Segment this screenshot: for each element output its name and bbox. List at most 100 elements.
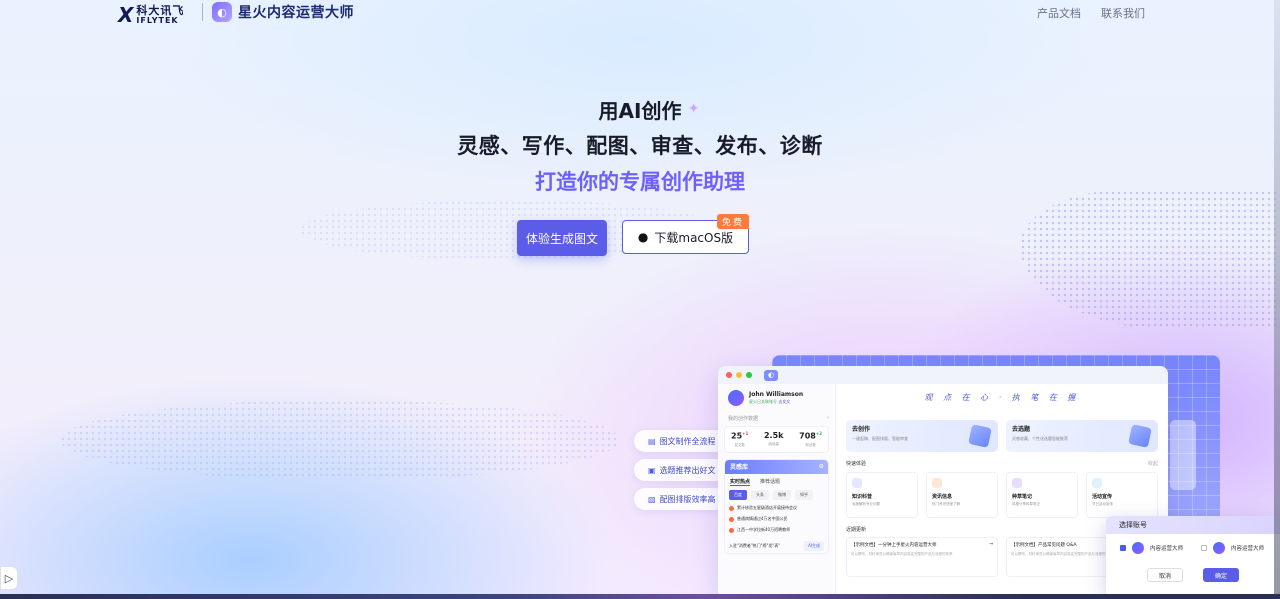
account-label-1: 内容运营大师: [1150, 546, 1184, 552]
account-avatar-icon: [1132, 542, 1144, 554]
mock-sidebar: John Williamson 星火已关联账号 去发文 我的创作数据 › 25+1…: [718, 384, 836, 599]
nav-product-docs[interactable]: 产品文档: [1037, 5, 1081, 21]
tab-hot: 实时热点: [730, 478, 751, 486]
gear-icon: ⚙: [818, 463, 824, 471]
list-item: 累计核验五星级酒店开展接待会议: [729, 503, 824, 514]
free-badge: 免费: [716, 214, 749, 229]
account-avatar-icon: [1213, 542, 1226, 554]
fire-icon: [729, 516, 734, 522]
quick-section-title: 快速体验 收起: [846, 461, 1158, 467]
cube-icon: [968, 424, 992, 448]
iflytek-logo-cn: 科大讯飞: [136, 4, 185, 17]
mock-user-tag: 星火已关联账号 去发文: [749, 399, 791, 404]
mock-user-name: John Williamson: [749, 391, 804, 398]
recent-card: 【示例文档】一分钟上手星火内容运营大师 → 可以撰写、材料审查以确保每章内容真实完整…: [846, 537, 998, 577]
iflytek-logo-mark: X: [118, 3, 133, 27]
apple-icon: ●: [637, 230, 649, 244]
iflytek-logo-en: IFLYTEK: [136, 16, 179, 25]
spark-assistant-icon: ◐: [212, 2, 232, 22]
mock-titlebar: ◐: [718, 366, 1168, 384]
image-icon: ▣: [648, 465, 656, 475]
sparkle-icon: ✦: [687, 101, 700, 117]
iflytek-logo[interactable]: X 科大讯飞 IFLYTEK: [118, 3, 184, 27]
dialog-title: 选择账号: [1106, 516, 1280, 534]
document-icon: ▤: [648, 436, 656, 446]
hero-title-line3: 打造你的专属创作助理: [0, 167, 1280, 197]
quick-cards: 知识科普 深度解析专业问题 资讯信息 热门资讯快速了解 种草笔记 风格分享种草笔记 活…: [846, 472, 1158, 518]
list-item: 江西一中学拉新40万招聘教师: [729, 525, 824, 536]
hero-section: 用AI创作 ✦ 灵感、写作、配图、审查、发布、诊断 打造你的专属创作助理: [0, 96, 1280, 197]
download-macos-label: 下载macOS版: [654, 230, 734, 245]
app-preview-window: ◐ John Williamson 星火已关联账号 去发文 我的创作数据 › 25…: [718, 366, 1168, 599]
mock-action-cards: 去创作 一键起稿、配图排版、智能审查 去选题 灵感收藏、个性化选题智能推荐: [846, 420, 1158, 452]
feature-pill-layout[interactable]: ▧ 配图排版效率高: [634, 488, 726, 510]
mock-decor-tile: [1170, 420, 1196, 490]
arrow-right-icon: →: [989, 542, 993, 547]
mock-user: John Williamson 星火已关联账号 去发文: [728, 390, 829, 406]
dot-texture-right: [1020, 190, 1280, 330]
quick-card: 知识科普 深度解析专业问题: [846, 472, 918, 518]
window-edge-right: [1274, 0, 1280, 599]
inspiration-tabs: 实时热点 推荐话题: [725, 474, 828, 490]
mock-banner: 观 点 在 心 · 执 笔 在 握: [924, 393, 1080, 402]
stat-posts: 25+1 发文数: [731, 431, 749, 447]
download-macos-button[interactable]: ● 下载macOS版 免费: [622, 214, 749, 254]
quick-card: 活动宣传 节日活动宣传: [1086, 472, 1158, 518]
note-icon: [1012, 478, 1022, 488]
dialog-buttons: 取消 确定: [1106, 568, 1280, 582]
feature-pill-topics[interactable]: ▣ 选题推荐出好文: [634, 459, 726, 481]
window-zoom-dot: [746, 372, 752, 378]
mock-inspiration-panel: 灵感库 ⚙ 实时热点 推荐话题 百度 头条 微博 知乎 累计核验五星级酒店开展接待…: [724, 458, 829, 554]
chip-zhihu: 知乎: [795, 489, 813, 500]
product-logo[interactable]: ◐ 星火内容运营大师: [212, 2, 354, 22]
nav-contact-us[interactable]: 联系我们: [1101, 5, 1145, 21]
mock-stats: 25+1 发文数 2.5k 阅读量 708+2 粉丝数: [724, 426, 829, 453]
card-create: 去创作 一键起稿、配图排版、智能审查: [846, 420, 998, 452]
tab-recommended: 推荐话题: [760, 478, 781, 485]
inspiration-header: 灵感库 ⚙: [725, 459, 828, 474]
hero-title-line1: 用AI创作 ✦: [599, 96, 700, 126]
mock-stats-title: 我的创作数据 ›: [728, 415, 829, 422]
stat-reads: 2.5k 阅读量: [763, 431, 784, 446]
quick-card: 种草笔记 风格分享种草笔记: [1006, 472, 1078, 518]
news-icon: [932, 478, 942, 488]
top-nav-links: 产品文档 联系我们: [1037, 5, 1145, 21]
picture-icon: ▧: [648, 494, 656, 504]
card-topics: 去选题 灵感收藏、个性化选题智能推荐: [1006, 420, 1158, 452]
dialog-accounts: 内容运营大师 内容运营大师: [1106, 534, 1280, 562]
hero-title-line2: 灵感、写作、配图、审查、发布、诊断: [457, 134, 823, 158]
dot-texture-lower: [60, 400, 620, 480]
logo-divider: [202, 3, 203, 21]
stat-fans: 708+2 粉丝数: [799, 431, 822, 447]
quick-card: 资讯信息 热门资讯快速了解: [926, 472, 998, 518]
cancel-button[interactable]: 取消: [1147, 568, 1183, 582]
account-checkbox-1[interactable]: [1120, 545, 1126, 551]
chevron-right-icon: ›: [827, 415, 829, 421]
avatar: [728, 390, 744, 406]
feature-pill-workflow[interactable]: ▤ 图文制作全流程: [634, 430, 726, 452]
chip-weibo: 微博: [773, 489, 791, 500]
confirm-button[interactable]: 确定: [1203, 568, 1239, 582]
list-item: 普通病情通过4万名中国公民: [729, 514, 824, 525]
account-label-2: 内容运营大师: [1231, 546, 1265, 552]
source-chips: 百度 头条 微博 知乎: [725, 489, 828, 500]
book-icon: [852, 478, 862, 488]
cube-icon: [1128, 424, 1152, 448]
fire-icon: [729, 527, 734, 533]
try-generate-button[interactable]: 体验生成图文: [517, 220, 607, 256]
app-tab-icon: ◐: [764, 369, 778, 381]
hot-list: 累计核验五星级酒店开展接待会议 普通病情通过4万名中国公民 江西一中学拉新40万…: [725, 500, 828, 539]
chip-toutiao: 头条: [751, 489, 769, 500]
window-edge-bottom: [0, 594, 1280, 599]
inspiration-footer: 入驻"消费者"热门"榜"发"表" AI生成: [725, 539, 828, 553]
sidebar-toggle-icon[interactable]: ▷: [0, 566, 18, 590]
megaphone-icon: [1092, 478, 1102, 488]
product-name: 星火内容运营大师: [238, 5, 354, 21]
top-nav-bar: X 科大讯飞 IFLYTEK ◐ 星火内容运营大师 产品文档 联系我们: [0, 0, 1280, 27]
select-account-dialog: 选择账号 内容运营大师 内容运营大师 取消 确定: [1106, 516, 1280, 596]
account-checkbox-2[interactable]: [1201, 545, 1208, 551]
window-close-dot: [726, 372, 732, 378]
window-minimize-dot: [736, 372, 742, 378]
fire-icon: [729, 505, 734, 511]
ai-generate-button: AI生成: [804, 540, 824, 551]
